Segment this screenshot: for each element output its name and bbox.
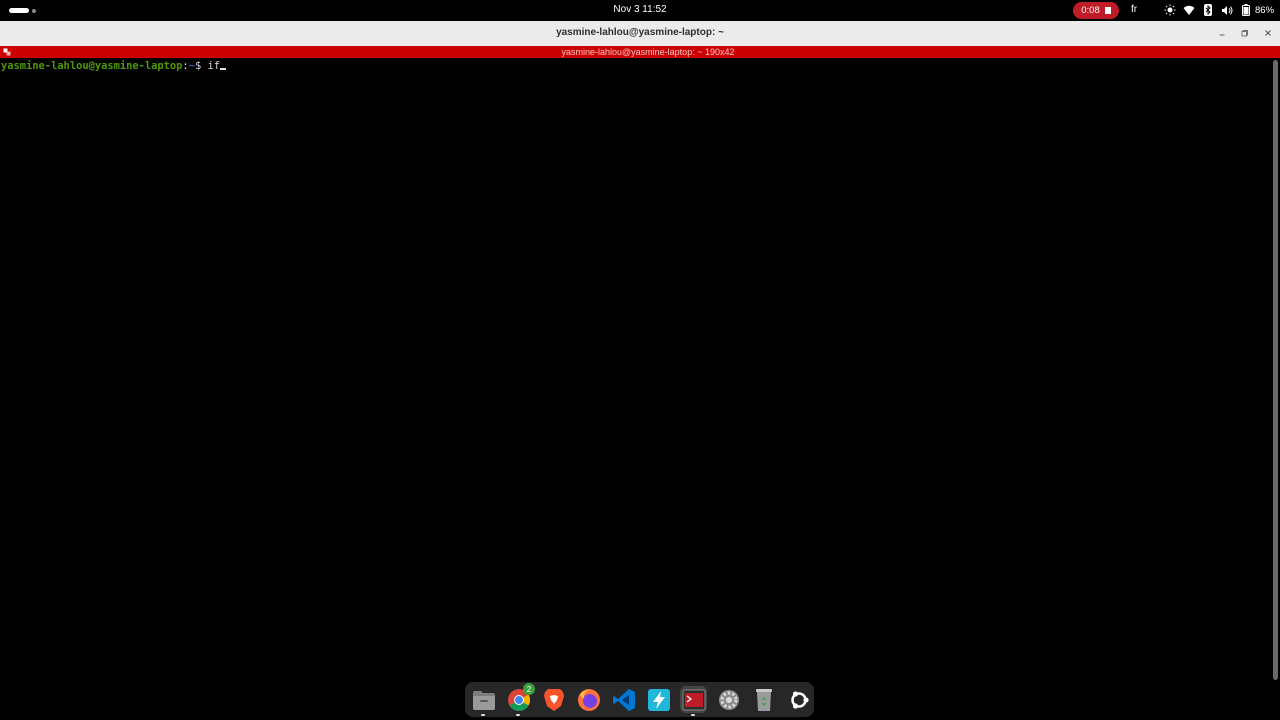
dock-firefox[interactable]	[575, 686, 602, 713]
window-titlebar[interactable]: yasmine-lahlou@yasmine-laptop: ~	[0, 21, 1280, 46]
dock-vscode[interactable]	[610, 686, 637, 713]
dock-terminal[interactable]	[680, 686, 707, 716]
text-cursor	[219, 68, 226, 70]
terminal-icon	[682, 689, 705, 710]
dock-files[interactable]	[470, 686, 497, 716]
keyboard-layout-indicator[interactable]: fr	[1131, 4, 1137, 15]
window-title: yasmine-lahlou@yasmine-laptop: ~	[556, 27, 724, 38]
trash-icon	[755, 688, 772, 711]
running-indicator	[691, 714, 695, 716]
brave-icon	[543, 688, 564, 711]
command-input: if	[207, 60, 220, 72]
gnome-top-bar: Nov 3 11:52 0:08 fr 86%	[0, 0, 1280, 21]
brightness-icon	[1163, 4, 1176, 17]
restore-icon	[1241, 30, 1248, 37]
screen-recording-indicator[interactable]: 0:08	[1073, 2, 1119, 19]
bluetooth-icon	[1201, 4, 1214, 17]
dock-brave[interactable]	[540, 686, 567, 713]
prompt-user: yasmine-lahlou@yasmine-laptop	[1, 60, 183, 72]
maximize-button[interactable]	[1238, 26, 1252, 40]
prompt-symbol: $	[194, 60, 208, 72]
battery-percentage: 86%	[1255, 4, 1275, 16]
vscode-icon	[612, 688, 635, 711]
prompt-line: yasmine-lahlou@yasmine-laptop:~$ if	[1, 60, 226, 73]
notification-badge: 2	[523, 683, 535, 695]
wifi-icon	[1182, 4, 1195, 17]
dock-bolt[interactable]	[645, 686, 672, 713]
ubuntu-icon	[790, 690, 809, 709]
minimize-button[interactable]	[1215, 26, 1229, 40]
running-indicator	[481, 714, 485, 716]
system-tray[interactable]: 86%	[1163, 3, 1274, 17]
battery-icon	[1239, 4, 1252, 17]
settings-icon	[718, 689, 739, 710]
stop-icon	[1104, 7, 1111, 14]
bolt-icon	[647, 688, 670, 711]
files-icon	[472, 690, 495, 710]
close-button[interactable]	[1261, 26, 1275, 40]
dock-chrome[interactable]: 2	[505, 683, 535, 716]
recording-time: 0:08	[1081, 5, 1100, 16]
dock: 2	[465, 682, 814, 717]
dock-settings[interactable]	[715, 686, 742, 713]
terminal-scrollbar[interactable]	[1273, 60, 1278, 680]
terminal-size-label: yasmine-lahlou@yasmine-laptop: ~ 190x42	[561, 47, 735, 57]
dock-trash[interactable]	[750, 686, 777, 713]
minimize-icon	[1219, 34, 1225, 36]
volume-icon	[1220, 4, 1233, 17]
firefox-icon	[577, 688, 600, 711]
terminal-area[interactable]: yasmine-lahlou@yasmine-laptop:~$ if	[0, 58, 1272, 720]
dock-show-apps[interactable]	[785, 686, 812, 713]
terminal-title-bar: yasmine-lahlou@yasmine-laptop: ~ 190x42	[0, 46, 1280, 58]
close-icon	[1265, 30, 1271, 36]
running-indicator	[516, 714, 520, 716]
